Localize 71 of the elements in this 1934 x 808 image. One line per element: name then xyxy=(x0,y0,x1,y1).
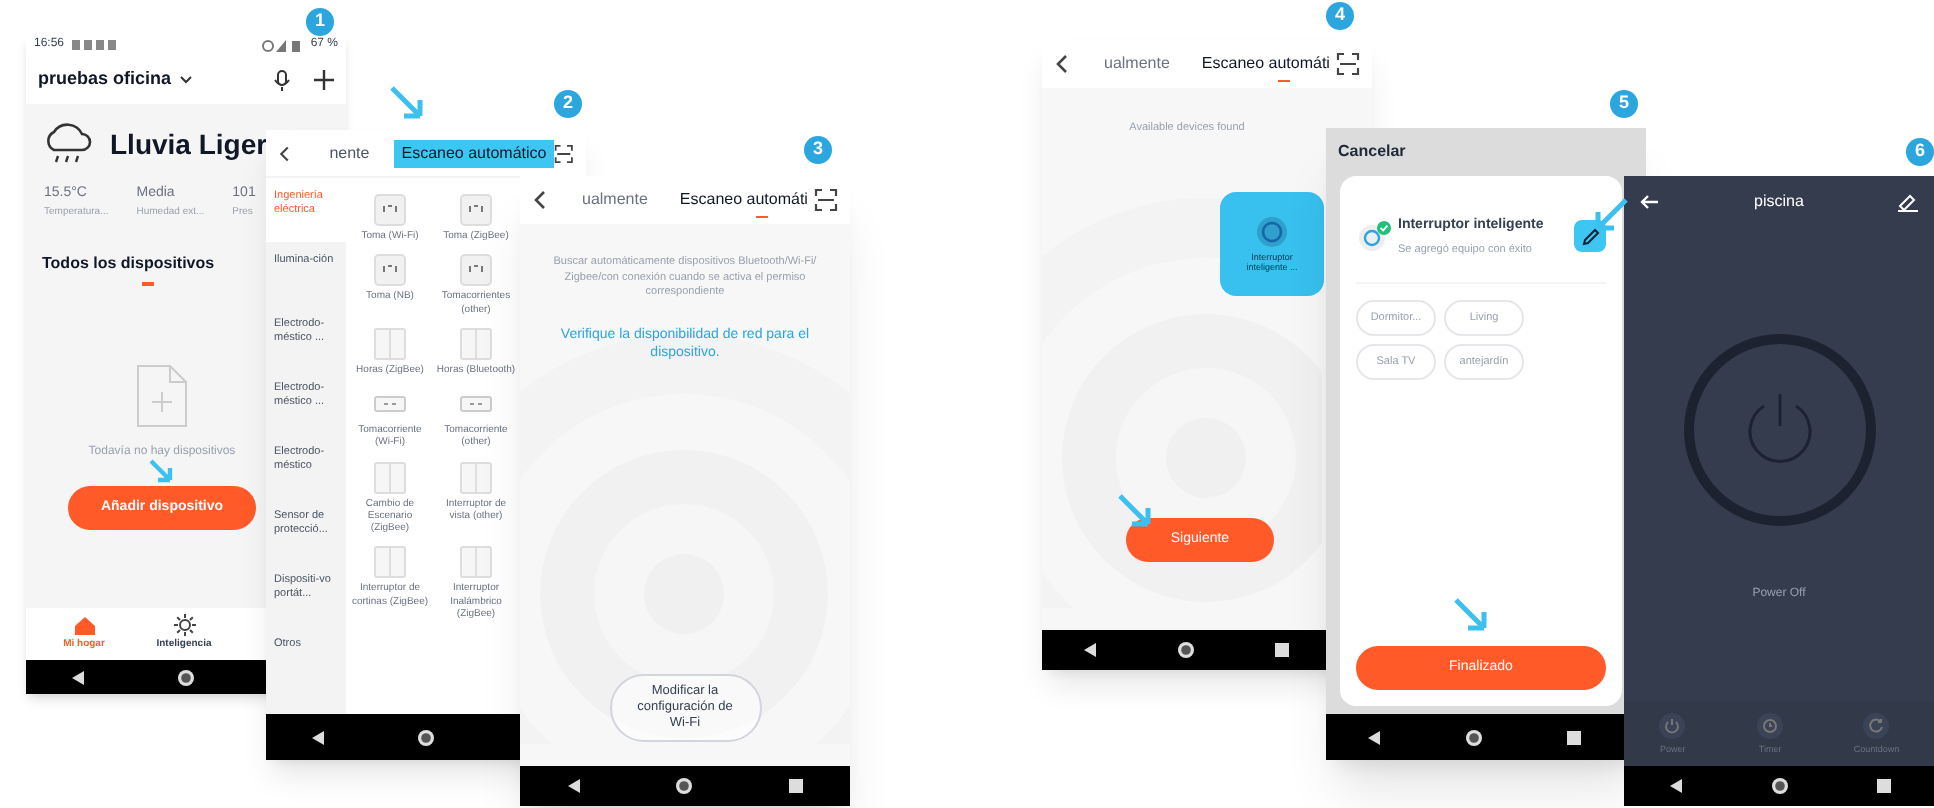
home-icon[interactable] xyxy=(674,776,695,796)
recents-icon[interactable] xyxy=(787,778,804,794)
scan-icon[interactable] xyxy=(554,141,574,165)
step-badge: 6 xyxy=(1906,138,1934,166)
pointer-arrow-icon xyxy=(1116,492,1156,532)
scan-icon[interactable] xyxy=(1336,52,1360,76)
scan-icon[interactable] xyxy=(814,188,838,212)
tab[interactable]: Escaneo automático xyxy=(393,139,555,167)
step-badge: 5 xyxy=(1610,90,1638,118)
back-arrow-icon[interactable] xyxy=(1640,194,1660,210)
back-icon[interactable] xyxy=(278,143,290,163)
back-icon[interactable] xyxy=(70,669,87,685)
pencil-icon xyxy=(1581,227,1599,246)
pointer-arrow-icon xyxy=(148,458,176,486)
step-badge: 1 xyxy=(306,8,334,36)
recents-icon[interactable] xyxy=(1273,642,1289,658)
home-icon[interactable] xyxy=(175,667,196,687)
wall-switch-icon xyxy=(374,327,406,360)
wall-switch-icon xyxy=(374,461,406,493)
device-added-icon xyxy=(1356,220,1392,253)
tab[interactable]: nente xyxy=(329,141,370,165)
wall-switch-icon xyxy=(460,327,492,360)
wall-switch-icon xyxy=(374,546,406,579)
back-icon[interactable] xyxy=(532,190,546,210)
pointer-arrow-icon xyxy=(1590,196,1630,236)
socket-icon xyxy=(374,254,406,287)
active-tab-indicator xyxy=(142,282,154,285)
socket-icon xyxy=(374,194,406,226)
chevron-down-icon[interactable] xyxy=(179,76,192,84)
device-icon xyxy=(1256,215,1288,248)
socket-icon xyxy=(460,254,492,287)
back-icon[interactable] xyxy=(1054,54,1068,74)
home-icon[interactable] xyxy=(1463,727,1484,747)
edit-icon[interactable] xyxy=(1898,193,1918,211)
countdown-icon xyxy=(1862,711,1891,740)
cancel-button[interactable]: Cancelar xyxy=(1338,140,1406,164)
tab[interactable]: ualmente xyxy=(1104,46,1170,82)
back-icon[interactable] xyxy=(1366,729,1383,745)
plus-icon[interactable] xyxy=(314,70,334,90)
sun-icon xyxy=(173,614,195,637)
weather-condition: Lluvia Liger xyxy=(110,125,268,164)
step-badge: 2 xyxy=(554,90,582,118)
back-icon[interactable] xyxy=(1667,778,1683,794)
power-icon xyxy=(1658,711,1687,740)
section-title: Todos los dispositivos xyxy=(42,252,215,276)
tab[interactable]: Escaneo automáti xyxy=(679,182,808,218)
back-icon[interactable] xyxy=(1081,642,1097,658)
pointer-arrow-icon xyxy=(1452,596,1492,636)
home-icon xyxy=(73,615,95,636)
socket-icon xyxy=(460,194,492,226)
rain-cloud-icon xyxy=(42,120,94,168)
microphone-icon[interactable] xyxy=(274,69,290,91)
home-icon[interactable] xyxy=(1769,776,1789,796)
step-badge: 4 xyxy=(1326,2,1354,30)
step-badge: 3 xyxy=(804,136,832,164)
pointer-arrow-icon xyxy=(388,84,428,124)
back-icon[interactable] xyxy=(310,729,327,745)
recents-icon[interactable] xyxy=(1565,729,1582,745)
empty-document-icon xyxy=(136,363,188,427)
wall-switch-icon xyxy=(460,461,492,493)
notification-icons xyxy=(72,40,117,50)
back-icon[interactable] xyxy=(566,778,583,794)
tab[interactable]: ualmente xyxy=(582,182,648,218)
home-icon[interactable] xyxy=(415,727,436,747)
clock-icon xyxy=(1756,711,1785,740)
tab[interactable]: Escaneo automáti xyxy=(1201,46,1330,82)
signal-battery-icon xyxy=(262,39,303,51)
wall-switch-icon xyxy=(460,546,492,579)
recents-icon[interactable] xyxy=(1875,778,1891,794)
device-title: piscina xyxy=(1752,190,1806,214)
home-icon[interactable] xyxy=(1175,640,1195,660)
